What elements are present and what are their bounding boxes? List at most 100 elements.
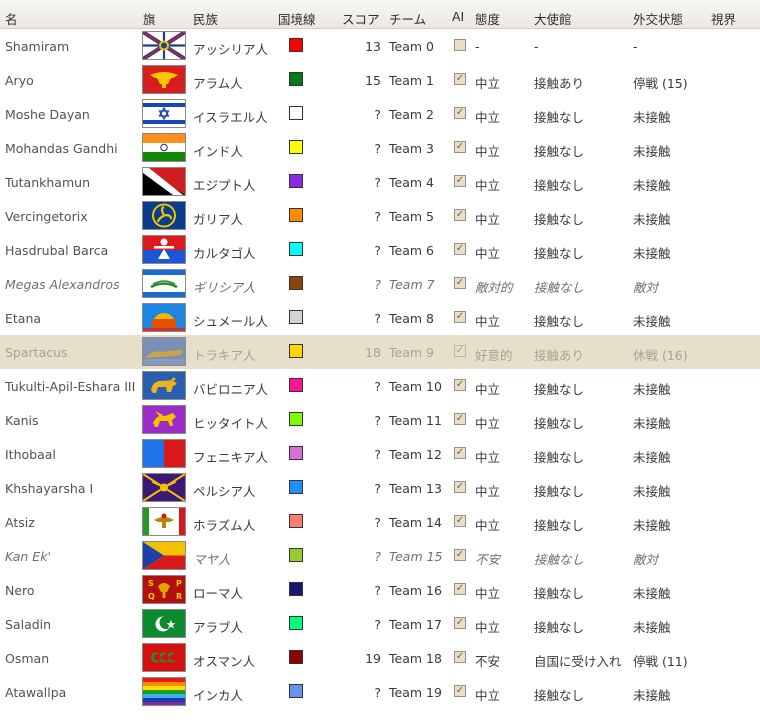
ai-checkbox[interactable]: ✓	[454, 413, 466, 425]
col-header-vision[interactable]: 視界	[711, 9, 736, 28]
embassy-value: 接触なし	[534, 144, 585, 159]
embassy-value: 接触なし	[534, 212, 585, 227]
table-row[interactable]: Spartacus トラキア人 18 Team 9 ✓ 好意的 接触あり 休戦 (16)	[0, 335, 760, 369]
table-row[interactable]: Hasdrubal Barca カルタゴ人? Team 6 ✓ 中立 接触なし 未接触	[0, 233, 760, 267]
rome-flag-icon: S P Q R	[142, 575, 186, 604]
col-header-nation[interactable]: 民族	[193, 9, 218, 28]
attitude-value: 好意的	[475, 348, 513, 363]
ai-checkbox[interactable]	[454, 39, 466, 51]
diplomacy-value: 未接触	[633, 416, 671, 431]
col-header-diplomacy[interactable]: 外交状態	[633, 9, 683, 28]
attitude-value: 中立	[475, 212, 501, 227]
player-name: Kanis	[5, 413, 39, 428]
ai-checkbox[interactable]: ✓	[454, 277, 466, 289]
nation-name: ヒッタイト人	[193, 416, 269, 431]
table-row[interactable]: Tukulti-Apil-Eshara III バビロニア人? Team 10 ✓ 中…	[0, 369, 760, 403]
embassy-value: 接触なし	[534, 450, 585, 465]
ai-checkbox[interactable]: ✓	[454, 583, 466, 595]
col-header-score[interactable]: スコア	[342, 9, 380, 28]
embassy-value: 接触なし	[534, 246, 585, 261]
border-color-swatch	[289, 72, 303, 86]
col-header-ai[interactable]: AI	[452, 9, 464, 24]
ai-checkbox[interactable]: ✓	[454, 549, 466, 561]
border-color-swatch	[289, 446, 303, 460]
ai-checkbox[interactable]: ✓	[454, 73, 466, 85]
ai-checkbox[interactable]: ✓	[454, 243, 466, 255]
embassy-value: 接触あり	[534, 76, 585, 91]
table-row[interactable]: Megas Alexandros ギリシア人? Team 7 ✓ 敵対的 接触なし 敵対	[0, 267, 760, 301]
player-name: Kan Ek'	[5, 549, 51, 564]
table-row[interactable]: Vercingetorix ガリア人? Team 5 ✓ 中立 接触なし 未接触	[0, 199, 760, 233]
table-row[interactable]: Aryo アラム人 15 Team 1 ✓ 中立 接触あり 停戦 (15)	[0, 63, 760, 97]
player-team: Team 13	[389, 481, 442, 496]
attitude-value: 不安	[475, 552, 501, 567]
ai-checkbox[interactable]: ✓	[454, 447, 466, 459]
ai-checkbox[interactable]: ✓	[454, 345, 466, 357]
ai-checkbox[interactable]: ✓	[454, 651, 466, 663]
diplomacy-value: -	[633, 39, 638, 54]
col-header-name[interactable]: 名	[5, 9, 18, 28]
nation-name: エジプト人	[193, 178, 256, 193]
table-row[interactable]: Ithobaal フェニキア人? Team 12 ✓ 中立 接触なし 未接触	[0, 437, 760, 471]
nation-name: ローマ人	[193, 586, 244, 601]
player-team: Team 7	[389, 277, 435, 292]
border-color-swatch	[289, 514, 303, 528]
player-team: Team 11	[389, 413, 442, 428]
gaul-flag-icon	[142, 201, 186, 230]
flag-letter: Q	[148, 592, 155, 601]
col-header-flag[interactable]: 旗	[143, 9, 156, 28]
col-header-border[interactable]: 国境線	[278, 9, 316, 28]
ai-checkbox[interactable]: ✓	[454, 311, 466, 323]
player-name: Moshe Dayan	[5, 107, 90, 122]
nation-name: オスマン人	[193, 654, 256, 669]
player-score: ?	[374, 175, 381, 190]
table-row[interactable]: Atsiz ホラズム人? Team 14 ✓ 中立 接触なし 未接触	[0, 505, 760, 539]
player-name: Etana	[5, 311, 42, 326]
table-row[interactable]: Mohandas Gandhi インド人? Team 3 ✓ 中立 接触なし 未接触	[0, 131, 760, 165]
col-header-attitude[interactable]: 態度	[475, 9, 500, 28]
flag-letter: P	[176, 579, 182, 588]
attitude-value: 中立	[475, 620, 501, 635]
nation-name: シュメール人	[193, 314, 269, 329]
ai-checkbox[interactable]: ✓	[454, 175, 466, 187]
embassy-value: 接触なし	[534, 280, 585, 295]
col-header-team[interactable]: チーム	[389, 9, 426, 28]
table-row[interactable]: Etana シュメール人? Team 8 ✓ 中立 接触なし 未接触	[0, 301, 760, 335]
nation-name: マヤ人	[193, 552, 231, 567]
ai-checkbox[interactable]: ✓	[454, 209, 466, 221]
table-row[interactable]: Atawallpa インカ人? Team 19 ✓ 中立 接触なし 未接触	[0, 675, 760, 709]
table-row[interactable]: Kanis ヒッタイト人? Team 11 ✓ 中立 接触なし 未接触	[0, 403, 760, 437]
ai-checkbox[interactable]: ✓	[454, 141, 466, 153]
table-row[interactable]: Saladin アラブ人? Team 17 ✓ 中立 接触なし 未接触	[0, 607, 760, 641]
ai-checkbox[interactable]: ✓	[454, 617, 466, 629]
embassy-value: 接触なし	[534, 688, 585, 703]
attitude-value: 中立	[475, 314, 501, 329]
player-name: Hasdrubal Barca	[5, 243, 109, 258]
diplomacy-value: 停戦 (11)	[633, 654, 688, 669]
ai-checkbox[interactable]: ✓	[454, 379, 466, 391]
ai-checkbox[interactable]: ✓	[454, 481, 466, 493]
table-row[interactable]: Osman オスマン人 19 Team 18 ✓ 不安 自国に受け入れ 停戦 (11)	[0, 641, 760, 675]
ai-checkbox[interactable]: ✓	[454, 107, 466, 119]
ai-checkbox[interactable]: ✓	[454, 685, 466, 697]
attitude-value: 中立	[475, 382, 501, 397]
nation-name: ホラズム人	[193, 518, 256, 533]
nation-name: イスラエル人	[193, 110, 268, 125]
player-team: Team 15	[389, 549, 443, 564]
border-color-swatch	[289, 480, 303, 494]
player-score: ?	[374, 481, 381, 496]
table-row[interactable]: Tutankhamun エジプト人? Team 4 ✓ 中立 接触なし 未接触	[0, 165, 760, 199]
table-row[interactable]: Shamiram アッシリア人 13 Team 0 - - -	[0, 29, 760, 63]
player-name: Shamiram	[5, 39, 70, 54]
player-team: Team 12	[389, 447, 442, 462]
table-row[interactable]: Khshayarsha I ペルシア人? Team 13 ✓ 中立 接触なし 未接触	[0, 471, 760, 505]
table-row[interactable]: Nero S P Q R ローマ人? Team 16 ✓ 中立 接触なし 未接触	[0, 573, 760, 607]
arab-flag-icon	[142, 609, 186, 638]
player-score: ?	[374, 379, 381, 394]
col-header-embassy[interactable]: 大使館	[534, 9, 572, 28]
border-color-swatch	[289, 616, 303, 630]
table-row[interactable]: Kan Ek' マヤ人? Team 15 ✓ 不安 接触なし 敵対	[0, 539, 760, 573]
player-team: Team 14	[389, 515, 442, 530]
table-row[interactable]: Moshe Dayan イスラエル人? Team 2 ✓ 中立 接触なし 未接触	[0, 97, 760, 131]
ai-checkbox[interactable]: ✓	[454, 515, 466, 527]
